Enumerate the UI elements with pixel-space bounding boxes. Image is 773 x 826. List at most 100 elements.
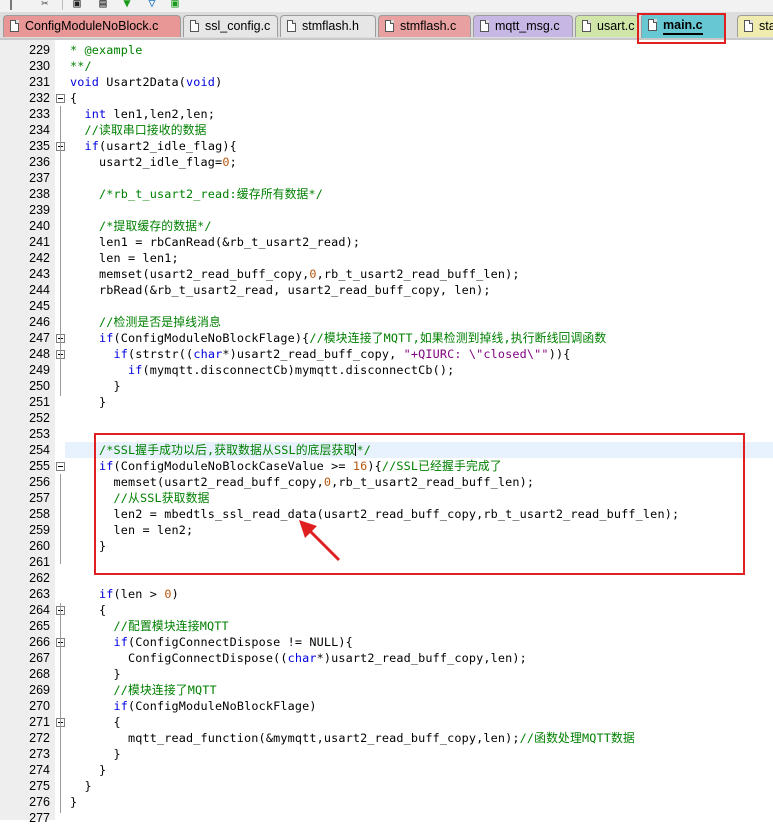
- code-text: //读取串口接收的数据: [84, 123, 207, 137]
- tab-label: ssl_config.c: [205, 19, 271, 33]
- code-line: 275 }: [0, 778, 773, 794]
- code-text: }: [70, 667, 121, 681]
- code-text: if(ConfigModuleNoBlockFlage){//模块连接了MQTT…: [99, 331, 607, 345]
- tab-mqtt-msg-c[interactable]: mqtt_msg.c: [473, 15, 573, 37]
- code-line: 252: [0, 410, 773, 426]
- code-text: //配置模块连接MQTT: [113, 619, 229, 633]
- line-number: 250: [29, 379, 50, 393]
- tab-stmflash-h[interactable]: stmflash.h: [280, 15, 376, 37]
- tab-label: ConfigModuleNoBlock.c: [25, 19, 159, 33]
- bookmark-clear-icon[interactable]: ▣: [168, 0, 182, 10]
- file-icon: [190, 20, 199, 32]
- fold-guide-line: [60, 474, 61, 564]
- code-line: 267 ConfigConnectDispose((char*)usart2_r…: [0, 650, 773, 666]
- tab-label: mqtt_msg.c: [495, 19, 560, 33]
- line-number: 243: [29, 267, 50, 281]
- code-text: rbRead(&rb_t_usart2_read, usart2_read_bu…: [70, 283, 491, 297]
- code-text: if(usart2_idle_flag){: [84, 139, 237, 153]
- code-line: 266 if(ConfigConnectDispose != NULL){: [0, 634, 773, 650]
- code-line: 234 //读取串口接收的数据: [0, 122, 773, 138]
- code-line: 273 }: [0, 746, 773, 762]
- line-number: 233: [29, 107, 50, 121]
- code-text: mqtt_read_function(&mymqtt,usart2_read_b…: [70, 731, 635, 745]
- code-line: 265 //配置模块连接MQTT: [0, 618, 773, 634]
- code-line: 271 {: [0, 714, 773, 730]
- code-text: }: [70, 395, 107, 409]
- line-number: 252: [29, 411, 50, 425]
- tab-configmodulenoblock-c[interactable]: ConfigModuleNoBlock.c: [3, 15, 181, 37]
- line-number: 273: [29, 747, 50, 761]
- bookmark-prev-icon[interactable]: ▽: [145, 0, 159, 10]
- code-text: if(len > 0): [99, 587, 179, 601]
- fold-guide-line: [60, 106, 61, 396]
- code-line: 233 int len1,len2,len;: [0, 106, 773, 122]
- code-text: memset(usart2_read_buff_copy,0,rb_t_usar…: [70, 267, 520, 281]
- code-line: 269 //模块连接了MQTT: [0, 682, 773, 698]
- line-number: 272: [29, 731, 50, 745]
- code-text: if(ConfigModuleNoBlockFlage): [113, 699, 317, 713]
- code-text: ConfigConnectDispose((char*)usart2_read_…: [70, 651, 527, 665]
- line-number: 253: [29, 427, 50, 441]
- paste-icon[interactable]: ▤: [96, 0, 110, 10]
- line-number: 255: [29, 459, 50, 473]
- code-line: 237: [0, 170, 773, 186]
- code-line: 240 /*提取缓存的数据*/: [0, 218, 773, 234]
- tab-label: usart.c: [597, 19, 635, 33]
- code-text: int len1,len2,len;: [84, 107, 216, 121]
- line-number: 230: [29, 59, 50, 73]
- code-text: //检测是否是掉线消息: [99, 315, 222, 329]
- code-line: 263 if(len > 0): [0, 586, 773, 602]
- line-number: 235: [29, 139, 50, 153]
- line-number: 264: [29, 603, 50, 617]
- code-line: 243 memset(usart2_read_buff_copy,0,rb_t_…: [0, 266, 773, 282]
- code-line: 246 //检测是否是掉线消息: [0, 314, 773, 330]
- file-icon: [744, 20, 753, 32]
- code-text: if(strstr((char*)usart2_read_buff_copy, …: [113, 347, 571, 361]
- tab-usart-c[interactable]: usart.c: [575, 15, 639, 37]
- code-line: 238 /*rb_t_usart2_read:缓存所有数据*/: [0, 186, 773, 202]
- code-line: 251 }: [0, 394, 773, 410]
- code-line: 245: [0, 298, 773, 314]
- line-number: 268: [29, 667, 50, 681]
- line-number: 251: [29, 395, 50, 409]
- bookmark-next-icon[interactable]: ▼: [120, 0, 134, 10]
- code-text: len1 = rbCanRead(&rb_t_usart2_read);: [70, 235, 361, 249]
- line-number: 245: [29, 299, 50, 313]
- tab-ssl-config-c[interactable]: ssl_config.c: [183, 15, 278, 37]
- line-number: 247: [29, 331, 50, 345]
- tab-label: stmflash.h: [302, 19, 359, 33]
- code-line: 235 if(usart2_idle_flag){: [0, 138, 773, 154]
- code-line: 276}: [0, 794, 773, 810]
- code-line: 231 void Usart2Data(void): [0, 74, 773, 90]
- tab-star[interactable]: star: [737, 15, 773, 37]
- code-text: if(ConfigConnectDispose != NULL){: [113, 635, 353, 649]
- copy-icon[interactable]: ▣: [70, 0, 84, 10]
- line-number: 263: [29, 587, 50, 601]
- code-text: }: [70, 779, 92, 793]
- scissors-icon[interactable]: ✂: [38, 0, 52, 10]
- annotation-arrow-icon: [299, 520, 341, 562]
- tab-stmflash-c[interactable]: stmflash.c: [378, 15, 471, 37]
- fold-toggle-icon[interactable]: [56, 462, 65, 471]
- code-text: **/: [70, 59, 92, 73]
- code-editor[interactable]: 229 * @example 230 **/ 231 void Usart2Data(vo…: [0, 40, 773, 825]
- code-line: 242 len = len1;: [0, 250, 773, 266]
- code-text: usart2_idle_flag=0;: [70, 155, 237, 169]
- fold-toggle-icon[interactable]: [56, 94, 65, 103]
- line-number: 267: [29, 651, 50, 665]
- line-number: 237: [29, 171, 50, 185]
- code-line: 248 if(strstr((char*)usart2_read_buff_co…: [0, 346, 773, 362]
- code-line: 239: [0, 202, 773, 218]
- code-line: 232 {: [0, 90, 773, 106]
- line-number: 269: [29, 683, 50, 697]
- code-line: 247 if(ConfigModuleNoBlockFlage){//模块连接了…: [0, 330, 773, 346]
- code-line: 277: [0, 810, 773, 826]
- toolbar-divider: [62, 0, 63, 10]
- fold-guide-line: [60, 603, 61, 813]
- toolbar: | ✂ ▣ ▤ ▼ ▽ ▣: [0, 0, 773, 12]
- code-line: 241 len1 = rbCanRead(&rb_t_usart2_read);: [0, 234, 773, 250]
- line-number: 258: [29, 507, 50, 521]
- code-text: }: [70, 763, 107, 777]
- line-number: 276: [29, 795, 50, 809]
- line-number: 277: [29, 811, 50, 825]
